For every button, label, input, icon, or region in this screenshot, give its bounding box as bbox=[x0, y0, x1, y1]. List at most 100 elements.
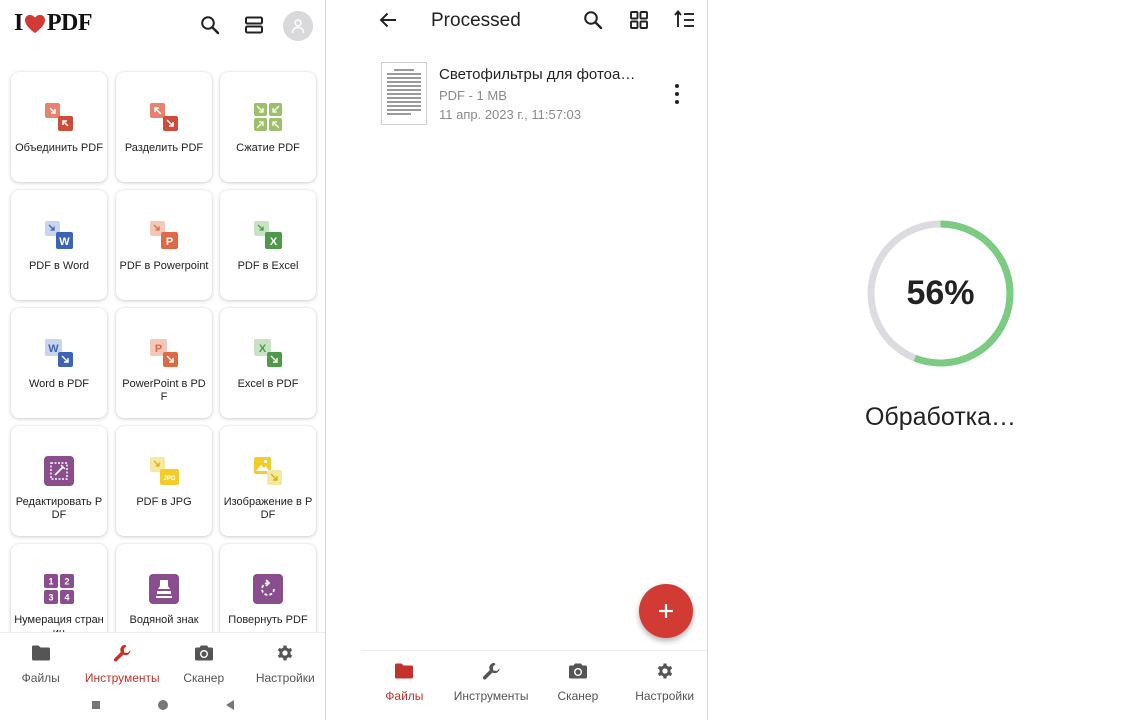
processing-status: Обработка… bbox=[864, 403, 1017, 431]
nav-item-gear[interactable]: Настройки bbox=[245, 633, 326, 688]
camera-icon bbox=[567, 661, 589, 684]
search-icon[interactable] bbox=[583, 9, 603, 31]
tool-card-compress[interactable]: Сжатие PDF bbox=[220, 72, 316, 182]
bottom-nav: Файлы Инструменты Сканер Настройки bbox=[0, 632, 326, 688]
tool-card-word-to-pdf[interactable]: W Word в PDF bbox=[11, 308, 107, 418]
tools-screen: I PDF Объединить PDF Разделить PDF Сжатие … bbox=[0, 0, 326, 720]
tool-label: Нумерация страниц bbox=[14, 614, 104, 632]
nav-item-folder[interactable]: Файлы bbox=[361, 651, 448, 706]
split-icon bbox=[147, 100, 181, 134]
nav-item-camera[interactable]: Сканер bbox=[163, 633, 245, 688]
gear-icon bbox=[654, 661, 676, 684]
svg-text:JPG: JPG bbox=[163, 476, 175, 482]
tool-label: PDF в Excel bbox=[237, 260, 299, 272]
tool-card-excel-to-pdf[interactable]: X Excel в PDF bbox=[220, 308, 316, 418]
sort-icon[interactable] bbox=[674, 9, 696, 31]
tool-label: Excel в PDF bbox=[237, 378, 299, 390]
heart-icon bbox=[24, 14, 45, 33]
tool-card-rotate-pdf[interactable]: Повернуть PDF bbox=[220, 544, 316, 632]
back-arrow-icon[interactable] bbox=[378, 10, 398, 30]
nav-item-label: Сканер bbox=[183, 671, 225, 685]
folder-icon bbox=[30, 643, 52, 666]
tool-label: PDF в Powerpoint bbox=[119, 260, 209, 272]
tool-label: Объединить PDF bbox=[15, 142, 103, 154]
tool-card-pdf-to-jpg[interactable]: JPG PDF в JPG bbox=[116, 426, 212, 536]
page-numbers-icon: 1 2 3 4 bbox=[42, 572, 76, 606]
files-screen: Processed Светофильтры для фотоа… PDF - … bbox=[327, 0, 708, 720]
nav-item-label: Настройки bbox=[255, 671, 315, 685]
home-circle-icon[interactable] bbox=[157, 699, 169, 711]
grid-view-icon[interactable] bbox=[629, 10, 649, 30]
tool-card-page-numbers[interactable]: 1 2 3 4 Нумерация страниц bbox=[11, 544, 107, 632]
image-to-pdf-icon bbox=[251, 454, 285, 488]
nav-item-camera[interactable]: Сканер bbox=[535, 651, 622, 706]
svg-text:4: 4 bbox=[64, 593, 69, 603]
logo-letter: I bbox=[14, 10, 23, 36]
nav-item-wrench[interactable]: Инструменты bbox=[448, 651, 535, 706]
tool-label: Повернуть PDF bbox=[228, 614, 308, 626]
files-header: Processed bbox=[327, 0, 707, 40]
merge-icon bbox=[42, 100, 76, 134]
search-icon[interactable] bbox=[200, 14, 220, 36]
progress-percent: 56% bbox=[906, 274, 975, 312]
tool-label: PowerPoint в PDF bbox=[122, 378, 206, 403]
tool-label: Водяной знак bbox=[129, 614, 199, 626]
file-date: 11 апр. 2023 г., 11:57:03 bbox=[439, 107, 581, 122]
tool-label: PDF в Word bbox=[28, 260, 90, 272]
add-file-button[interactable] bbox=[639, 584, 693, 638]
svg-text:P: P bbox=[166, 236, 173, 248]
logo-text: PDF bbox=[46, 10, 93, 36]
camera-icon bbox=[193, 643, 215, 666]
tool-card-watermark[interactable]: Водяной знак bbox=[116, 544, 212, 632]
tool-card-pdf-to-powerpoint[interactable]: P PDF в Powerpoint bbox=[116, 190, 212, 300]
tool-card-image-to-pdf[interactable]: Изображение в PDF bbox=[220, 426, 316, 536]
tool-label: PDF в JPG bbox=[136, 496, 192, 508]
nav-item-label: Файлы bbox=[385, 689, 424, 703]
tool-card-pdf-to-word[interactable]: W PDF в Word bbox=[11, 190, 107, 300]
tool-label: Разделить PDF bbox=[124, 142, 204, 154]
nav-item-label: Файлы bbox=[21, 671, 60, 685]
file-list-item[interactable]: Светофильтры для фотоа… PDF - 1 MB 11 ап… bbox=[381, 60, 701, 126]
page-title: Processed bbox=[431, 10, 521, 31]
processing-screen: 56% Обработка… bbox=[709, 0, 1139, 720]
more-options-icon[interactable] bbox=[673, 84, 681, 104]
wrench-icon bbox=[111, 643, 133, 666]
pdf-to-powerpoint-icon: P bbox=[147, 218, 181, 252]
bottom-nav: Файлы Инструменты Сканер Настройки bbox=[361, 650, 707, 706]
word-to-pdf-icon: W bbox=[42, 336, 76, 370]
rotate-pdf-icon bbox=[251, 572, 285, 606]
nav-item-gear[interactable]: Настройки bbox=[621, 651, 707, 706]
svg-text:3: 3 bbox=[48, 593, 53, 603]
nav-item-wrench[interactable]: Инструменты bbox=[82, 633, 164, 688]
avatar-icon[interactable] bbox=[283, 11, 313, 41]
back-triangle-icon[interactable] bbox=[225, 699, 235, 711]
svg-text:1: 1 bbox=[48, 577, 53, 587]
edit-pdf-icon bbox=[42, 454, 76, 488]
plus-icon bbox=[659, 604, 673, 618]
svg-text:W: W bbox=[48, 343, 59, 355]
gear-icon bbox=[274, 643, 296, 666]
nav-item-folder[interactable]: Файлы bbox=[0, 633, 82, 688]
wrench-icon bbox=[480, 661, 502, 684]
nav-item-label: Сканер bbox=[557, 689, 599, 703]
tool-card-split[interactable]: Разделить PDF bbox=[116, 72, 212, 182]
file-name: Светофильтры для фотоа… bbox=[439, 66, 636, 83]
app-logo: I PDF bbox=[14, 10, 93, 37]
file-thumbnail bbox=[381, 62, 427, 125]
svg-text:X: X bbox=[270, 236, 278, 248]
pdf-to-jpg-icon: JPG bbox=[147, 454, 181, 488]
system-nav bbox=[0, 690, 325, 720]
tool-card-edit-pdf[interactable]: Редактировать PDF bbox=[11, 426, 107, 536]
tool-card-merge[interactable]: Объединить PDF bbox=[11, 72, 107, 182]
powerpoint-to-pdf-icon: P bbox=[147, 336, 181, 370]
tool-label: Сжатие PDF bbox=[236, 142, 300, 154]
tool-card-pdf-to-excel[interactable]: X PDF в Excel bbox=[220, 190, 316, 300]
tool-card-powerpoint-to-pdf[interactable]: P PowerPoint в PDF bbox=[116, 308, 212, 418]
layout-toggle-icon[interactable] bbox=[244, 14, 264, 36]
tool-label: Изображение в PDF bbox=[223, 496, 313, 521]
recents-square-icon[interactable] bbox=[91, 700, 101, 710]
nav-item-label: Инструменты bbox=[84, 671, 160, 685]
compress-icon bbox=[251, 100, 285, 134]
nav-item-label: Инструменты bbox=[453, 689, 529, 703]
nav-item-label: Настройки bbox=[635, 689, 695, 703]
